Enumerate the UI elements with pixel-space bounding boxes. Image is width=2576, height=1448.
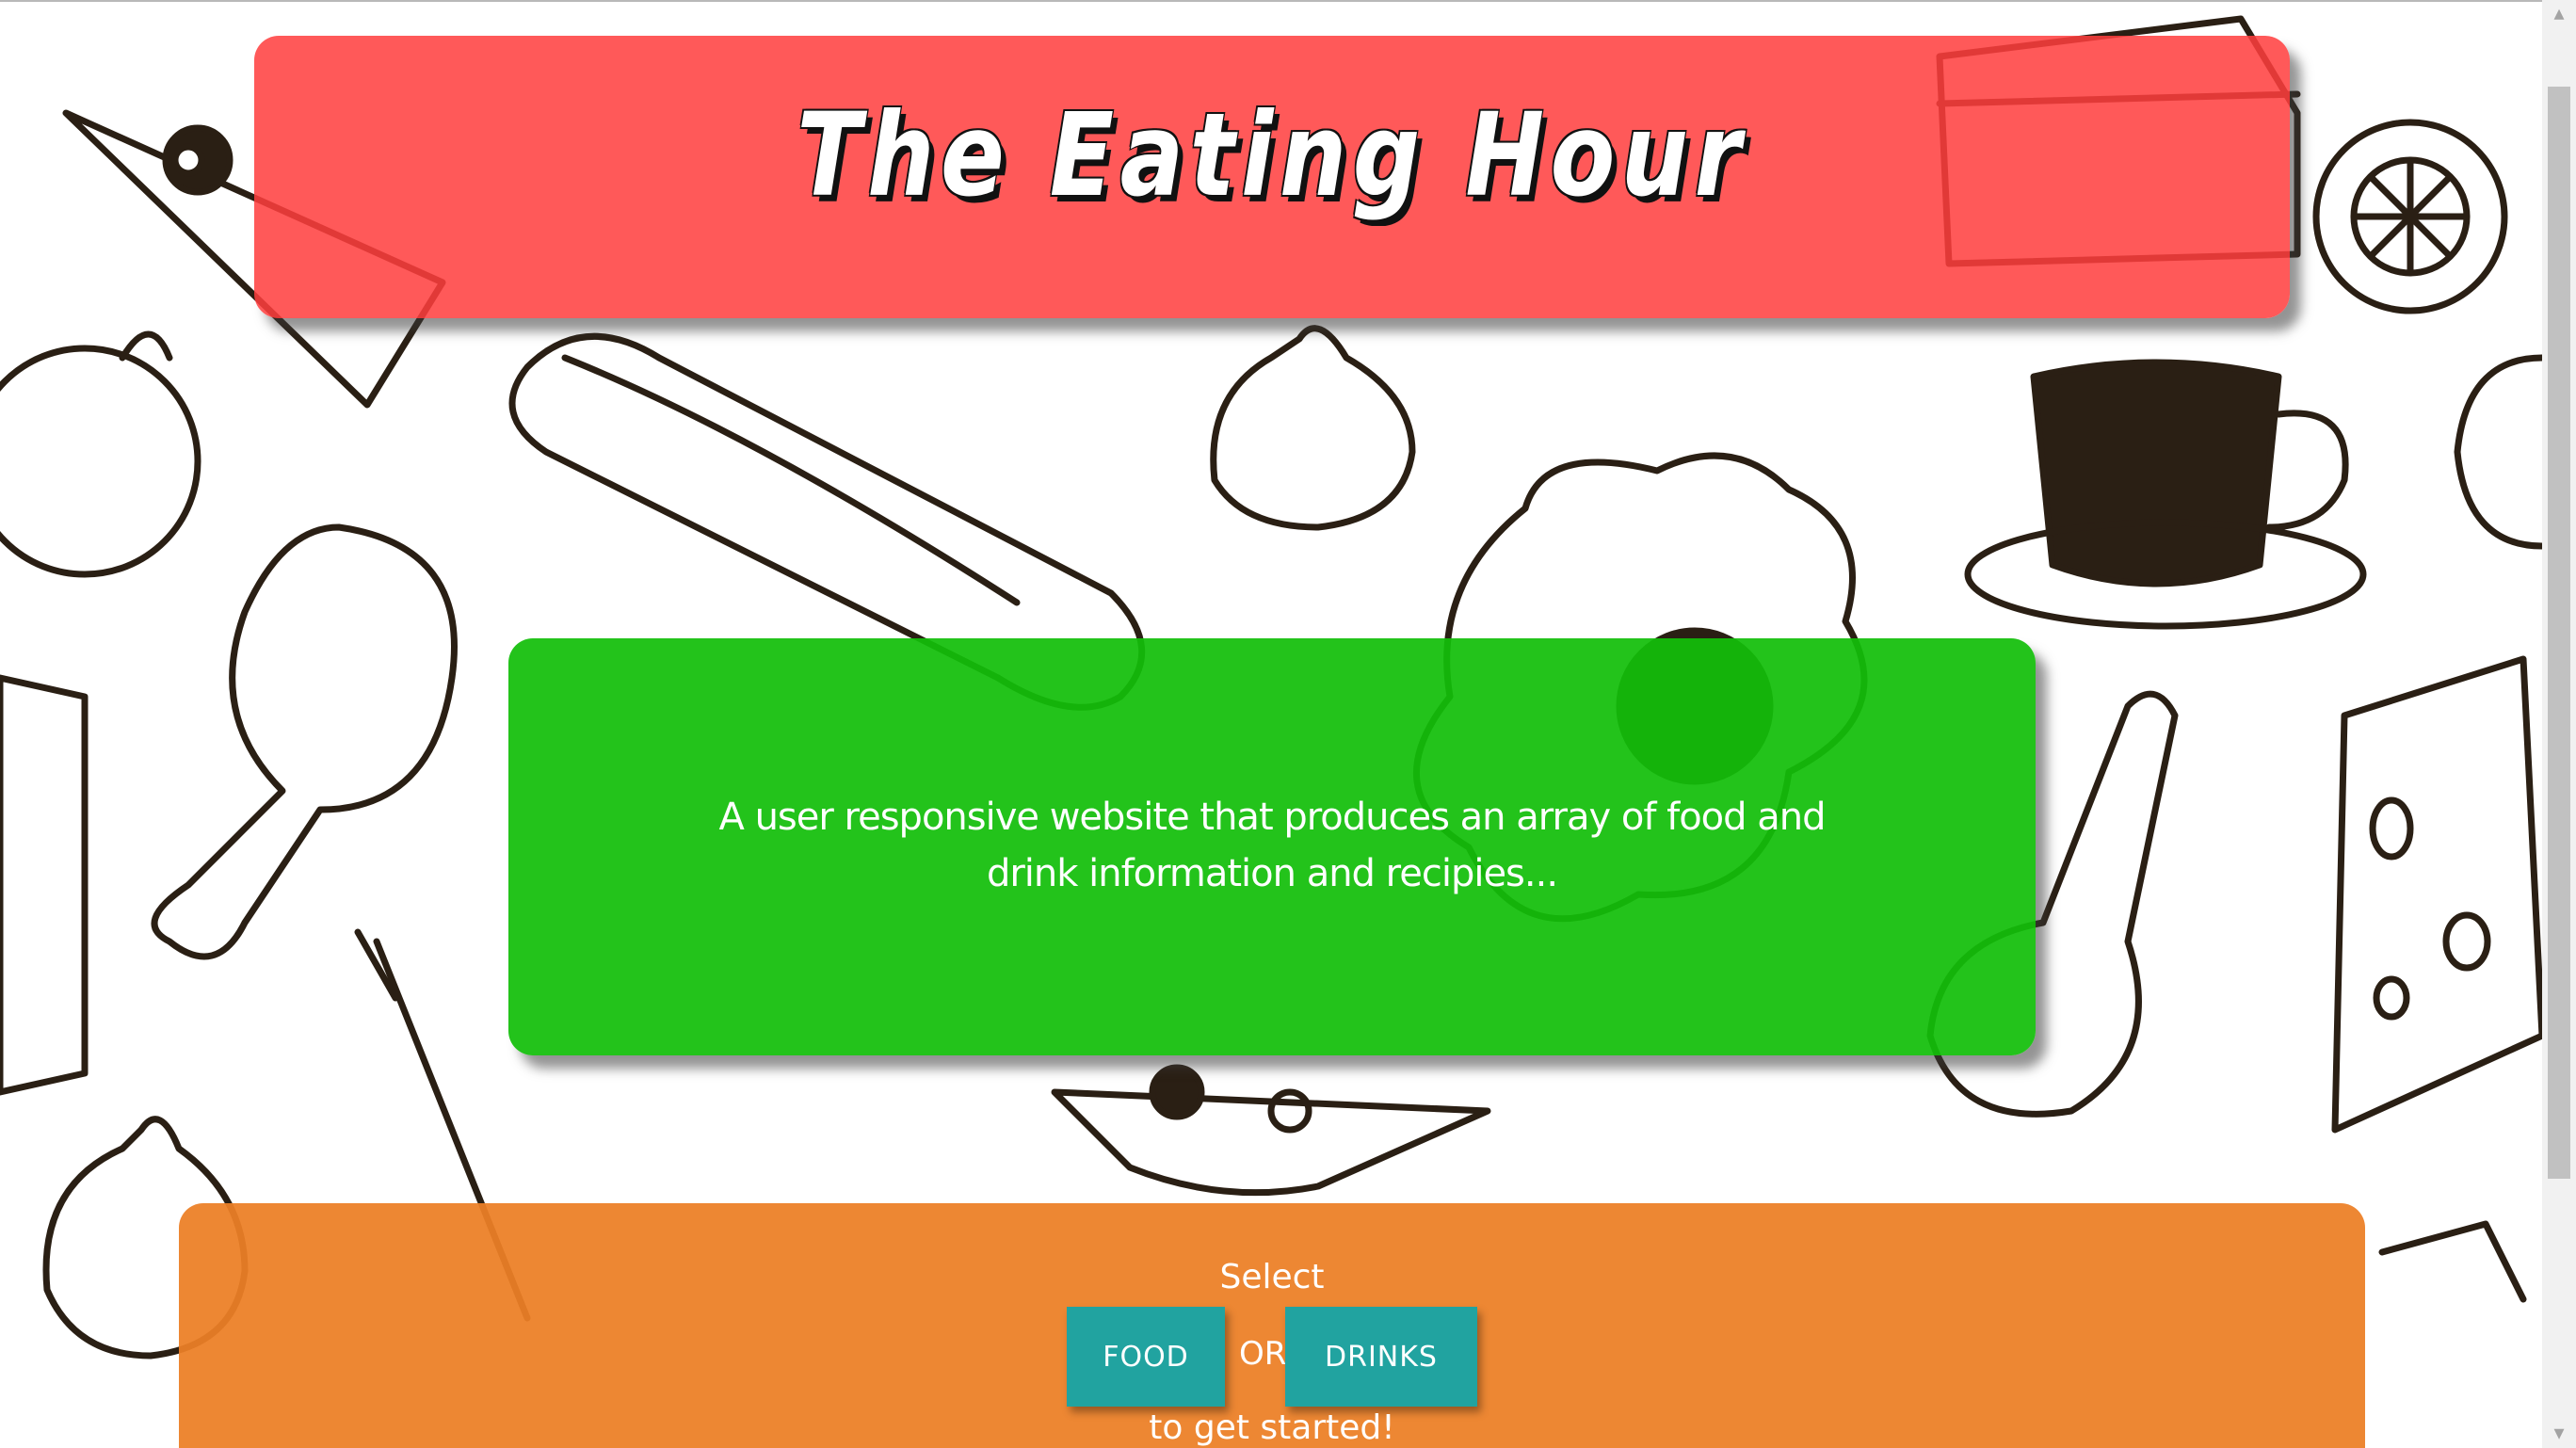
chevron-up-icon[interactable]: ▴ bbox=[2542, 0, 2576, 28]
site-description: A user responsive website that produces … bbox=[718, 796, 1827, 895]
description-panel: A user responsive website that produces … bbox=[508, 638, 2036, 1055]
site-title: The Eating Hour bbox=[797, 88, 1747, 222]
get-started-label: to get started! bbox=[1149, 1408, 1395, 1447]
vertical-scrollbar[interactable]: ▴ ▾ bbox=[2542, 0, 2576, 1448]
header-banner: The Eating Hour bbox=[254, 36, 2290, 318]
drinks-button[interactable]: DRINKS bbox=[1285, 1307, 1477, 1407]
chevron-down-icon[interactable]: ▾ bbox=[2542, 1420, 2576, 1448]
select-label: Select bbox=[1219, 1258, 1325, 1296]
page: The Eating Hour A user responsive websit… bbox=[0, 0, 2576, 1448]
get-started-panel: Select FOOD OR DRINKS to get started! bbox=[179, 1203, 2365, 1448]
scrollbar-thumb[interactable] bbox=[2548, 87, 2570, 1179]
top-border bbox=[0, 0, 2542, 2]
food-button[interactable]: FOOD bbox=[1067, 1307, 1225, 1407]
or-label: OR bbox=[1239, 1335, 1287, 1373]
choice-row: FOOD OR DRINKS bbox=[179, 1307, 2365, 1407]
